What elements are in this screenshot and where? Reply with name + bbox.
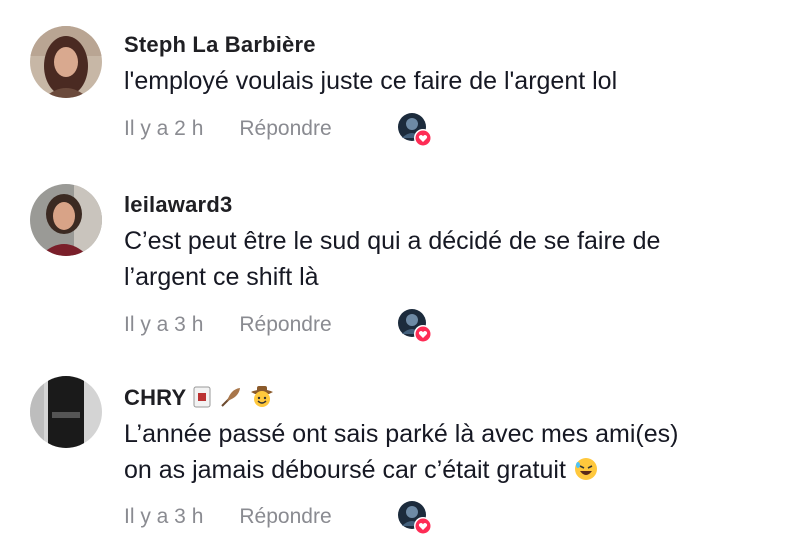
creator-avatar-icon <box>398 501 432 535</box>
comment-meta: Il y a 3 h Répondre <box>124 505 332 529</box>
comment-timestamp: Il y a 2 h <box>124 117 204 140</box>
comment-text-segment: on as jamais déboursé car c’était gratui… <box>124 456 566 484</box>
comment-text: l'employé voulais juste ce faire de l'ar… <box>124 67 618 95</box>
creator-avatar-icon <box>398 309 432 343</box>
creator-liked-badge <box>397 308 433 344</box>
avatar[interactable] <box>30 184 102 256</box>
reply-button[interactable]: Répondre <box>239 313 331 336</box>
comment-item: leilaward3 C’est peut être le sud qui a … <box>0 170 798 370</box>
comment-meta: Il y a 2 h Répondre <box>124 117 332 141</box>
comment-timestamp: Il y a 3 h <box>124 505 204 528</box>
creator-liked-badge <box>397 500 433 536</box>
comment-item: Steph La Barbière l'employé voulais just… <box>0 0 798 170</box>
comment-text-line: on as jamais déboursé car c’était gratui… <box>124 452 784 492</box>
creator-avatar-icon <box>398 113 432 147</box>
playing-card-icon <box>192 385 212 415</box>
reply-button[interactable]: Répondre <box>239 505 331 528</box>
comment-timestamp: Il y a 3 h <box>124 313 204 336</box>
comment-text-line: l’argent ce shift là <box>124 263 319 291</box>
feather-icon <box>219 385 243 415</box>
comment-text-line: C’est peut être le sud qui a décidé de s… <box>124 227 661 255</box>
avatar[interactable] <box>30 376 102 448</box>
comment-username[interactable]: CHRY <box>124 383 275 415</box>
reply-button[interactable]: Répondre <box>239 117 331 140</box>
comment-text: C’est peut être le sud qui a décidé de s… <box>124 223 784 295</box>
comment-text-line: L’année passé ont sais parké là avec mes… <box>124 420 679 448</box>
comment-item: CHRY L’année passé ont sais parké là ave… <box>0 362 798 552</box>
avatar[interactable] <box>30 26 102 98</box>
comment-username[interactable]: Steph La Barbière <box>124 32 316 58</box>
comment-text: L’année passé ont sais parké là avec mes… <box>124 416 784 492</box>
comment-username-text[interactable]: CHRY <box>124 385 186 410</box>
comment-meta: Il y a 3 h Répondre <box>124 313 332 337</box>
cowboy-face-icon <box>249 383 275 415</box>
creator-liked-badge <box>397 112 433 148</box>
rolling-laughing-icon <box>573 456 599 492</box>
comment-username[interactable]: leilaward3 <box>124 192 232 218</box>
